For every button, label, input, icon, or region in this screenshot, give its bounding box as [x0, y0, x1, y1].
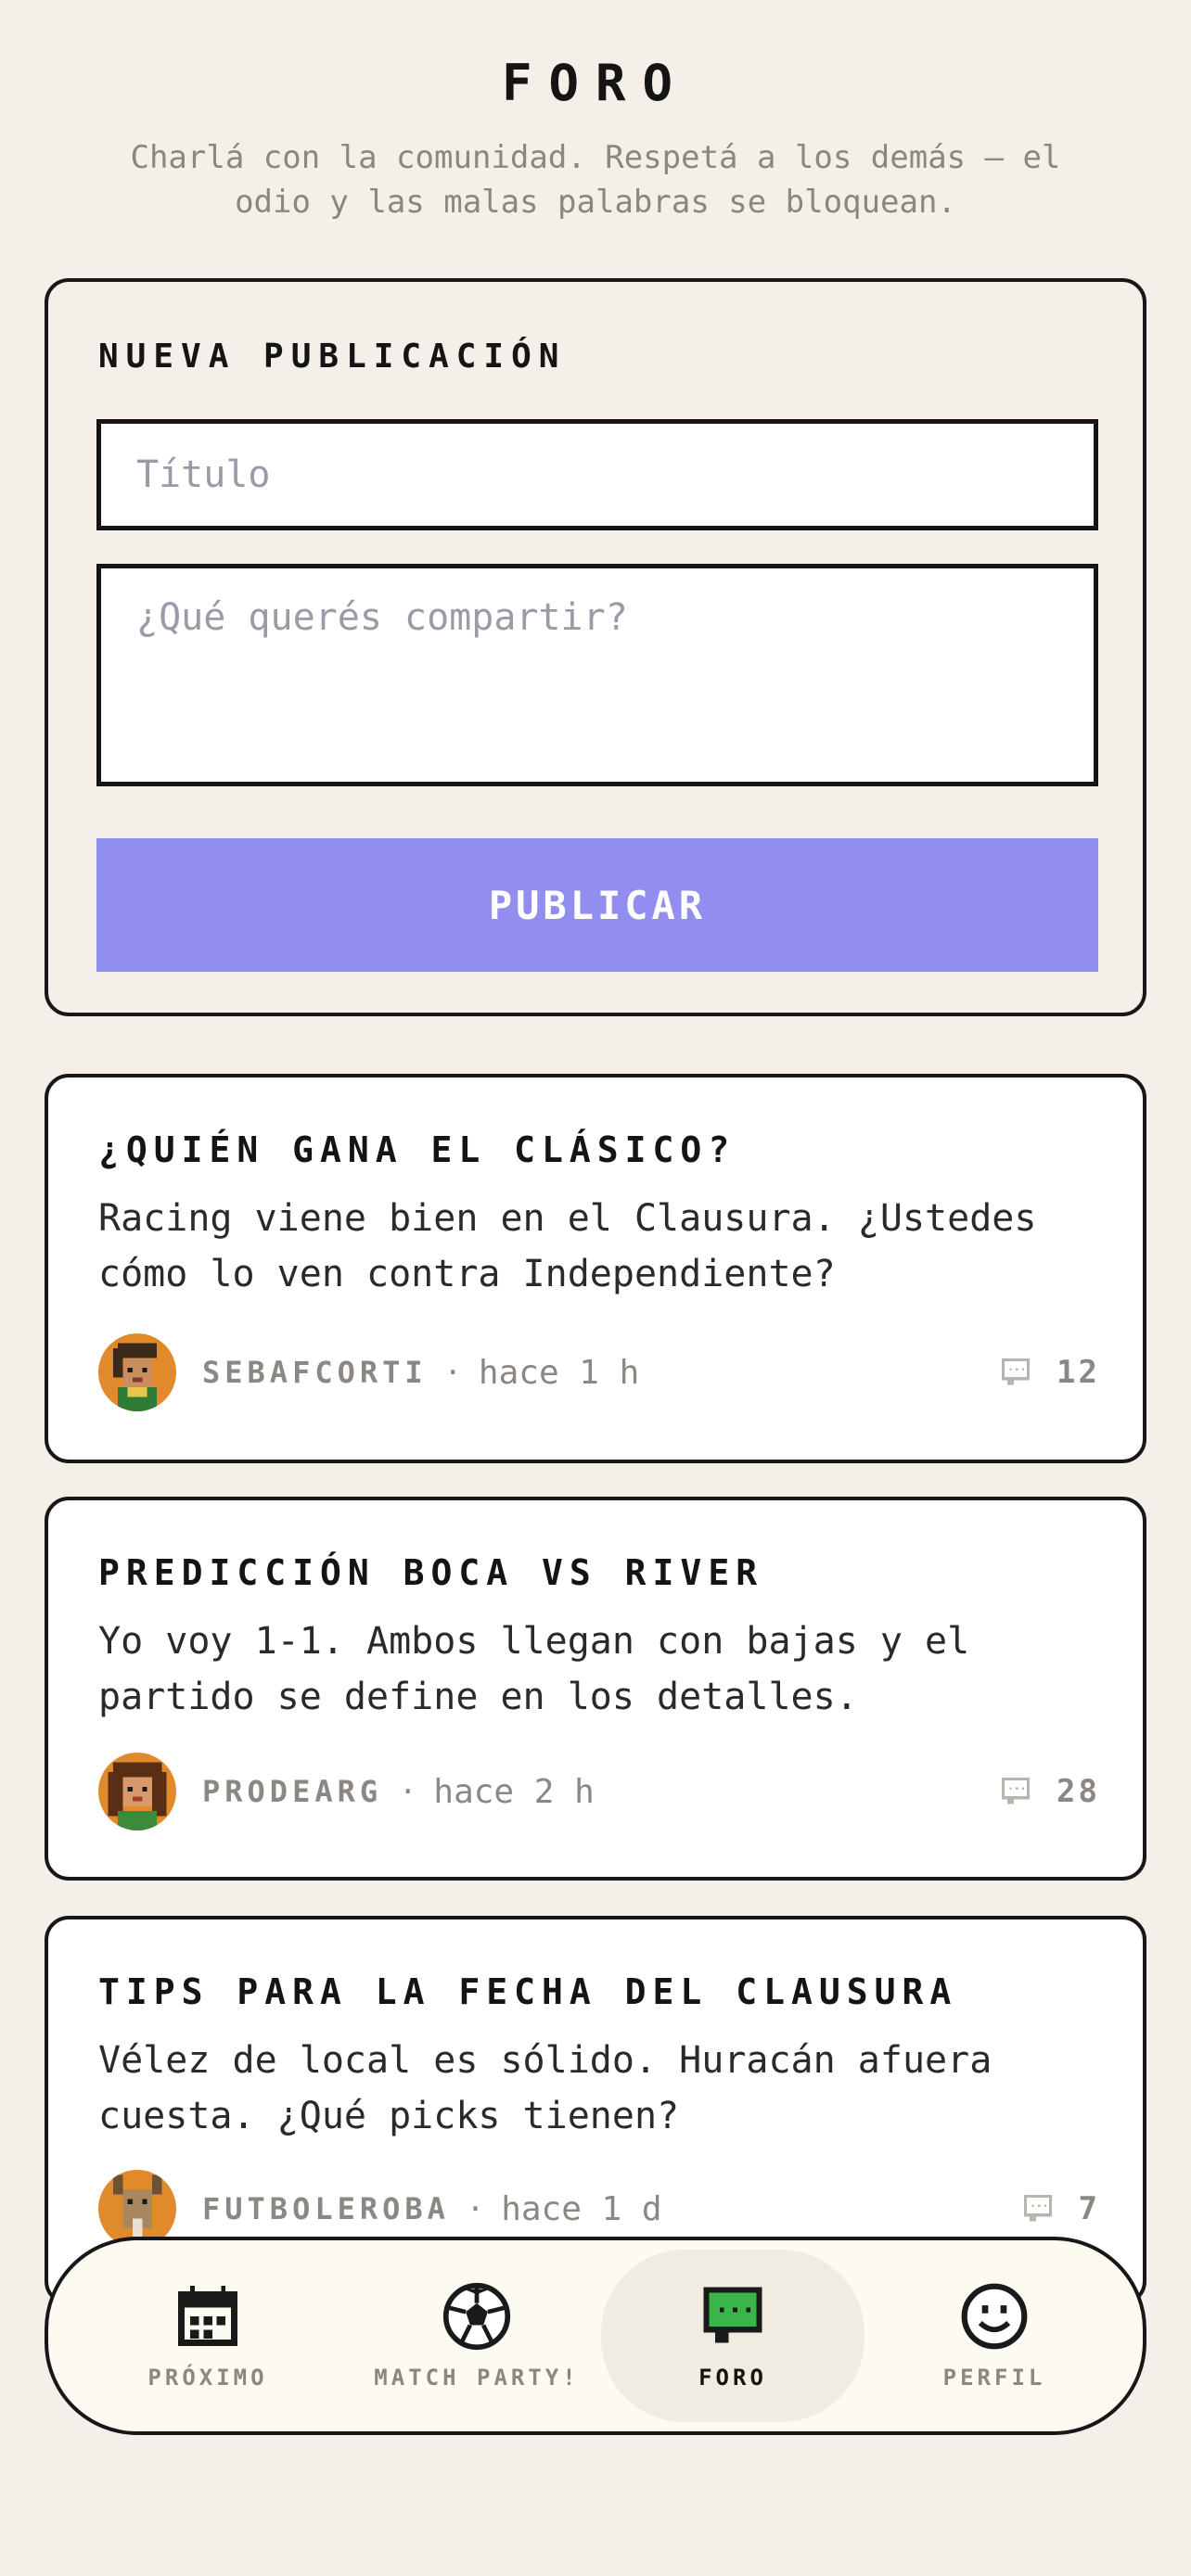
post-title-input[interactable] [96, 419, 1098, 530]
nav-item-perfil[interactable]: PERFIL [863, 2250, 1126, 2422]
calendar-icon [178, 2285, 237, 2346]
comments-count: 28 [1057, 1773, 1100, 1810]
nav-label: FORO [698, 2365, 767, 2391]
soccer-ball-icon [442, 2282, 511, 2351]
forum-post[interactable]: PREDICCIÓN BOCA VS RIVER Yo voy 1-1. Amb… [45, 1497, 1146, 1881]
nav-item-match-party[interactable]: MATCH PARTY! [345, 2250, 608, 2422]
post-body: Vélez de local es sólido. Huracán afuera… [98, 2039, 992, 2137]
post-time: hace 1 d [501, 2189, 662, 2228]
comments-count-group[interactable]: 28 [999, 1773, 1100, 1810]
new-post-composer: NUEVA PUBLICACIÓN PUBLICAR [45, 278, 1146, 1016]
post-body: Yo voy 1-1. Ambos llegan con bajas y el … [98, 1620, 970, 1718]
chat-bubble-icon [703, 2287, 762, 2343]
meta-separator: · [399, 1774, 417, 1809]
post-title: TIPS PARA LA FECHA DEL CLAUSURA [98, 1971, 958, 2012]
smiley-icon [961, 2283, 1028, 2350]
meta-separator: · [466, 2191, 485, 2226]
bottom-nav: PRÓXIMO MATCH PARTY! FORO PERFIL [45, 2237, 1146, 2435]
post-body-textarea[interactable] [96, 564, 1098, 786]
post-meta: SEBAFCORTI · hace 1 h 12 [98, 1333, 1100, 1411]
nav-item-foro[interactable]: FORO [601, 2250, 864, 2422]
pixel-avatar-man-icon[interactable] [98, 1333, 176, 1411]
publish-button[interactable]: PUBLICAR [96, 838, 1098, 972]
comment-icon [1023, 2194, 1052, 2222]
comments-count: 12 [1057, 1354, 1100, 1391]
comment-icon [1001, 1777, 1031, 1804]
post-time: hace 1 h [478, 1353, 640, 1392]
comment-icon [1001, 1358, 1031, 1385]
pixel-avatar-woman-icon[interactable] [98, 1753, 176, 1830]
nav-label: PERFIL [942, 2365, 1046, 2391]
page-title: FORO [501, 54, 690, 112]
post-title: PREDICCIÓN BOCA VS RIVER [98, 1552, 764, 1593]
post-body: Racing viene bien en el Clausura. ¿Usted… [98, 1197, 1037, 1295]
comments-count-group[interactable]: 7 [1021, 2190, 1100, 2227]
post-author[interactable]: PRODEARG [202, 1774, 382, 1809]
comments-count-group[interactable]: 12 [999, 1354, 1100, 1391]
comments-count: 7 [1078, 2190, 1100, 2227]
post-meta: PRODEARG · hace 2 h 28 [98, 1753, 1100, 1830]
post-author[interactable]: FUTBOLEROBA [202, 2191, 450, 2226]
post-time: hace 2 h [433, 1772, 595, 1811]
nav-label: PRÓXIMO [147, 2365, 268, 2391]
nav-label: MATCH PARTY! [374, 2365, 580, 2391]
page-subtitle: Charlá con la comunidad. Respetá a los d… [130, 139, 1061, 221]
composer-heading: NUEVA PUBLICACIÓN [98, 338, 567, 376]
post-title: ¿QUIÉN GANA EL CLÁSICO? [98, 1129, 736, 1170]
forum-post[interactable]: ¿QUIÉN GANA EL CLÁSICO? Racing viene bie… [45, 1074, 1146, 1463]
meta-separator: · [443, 1355, 462, 1390]
nav-item-proximo[interactable]: PRÓXIMO [76, 2250, 339, 2422]
post-author[interactable]: SEBAFCORTI [202, 1355, 428, 1390]
